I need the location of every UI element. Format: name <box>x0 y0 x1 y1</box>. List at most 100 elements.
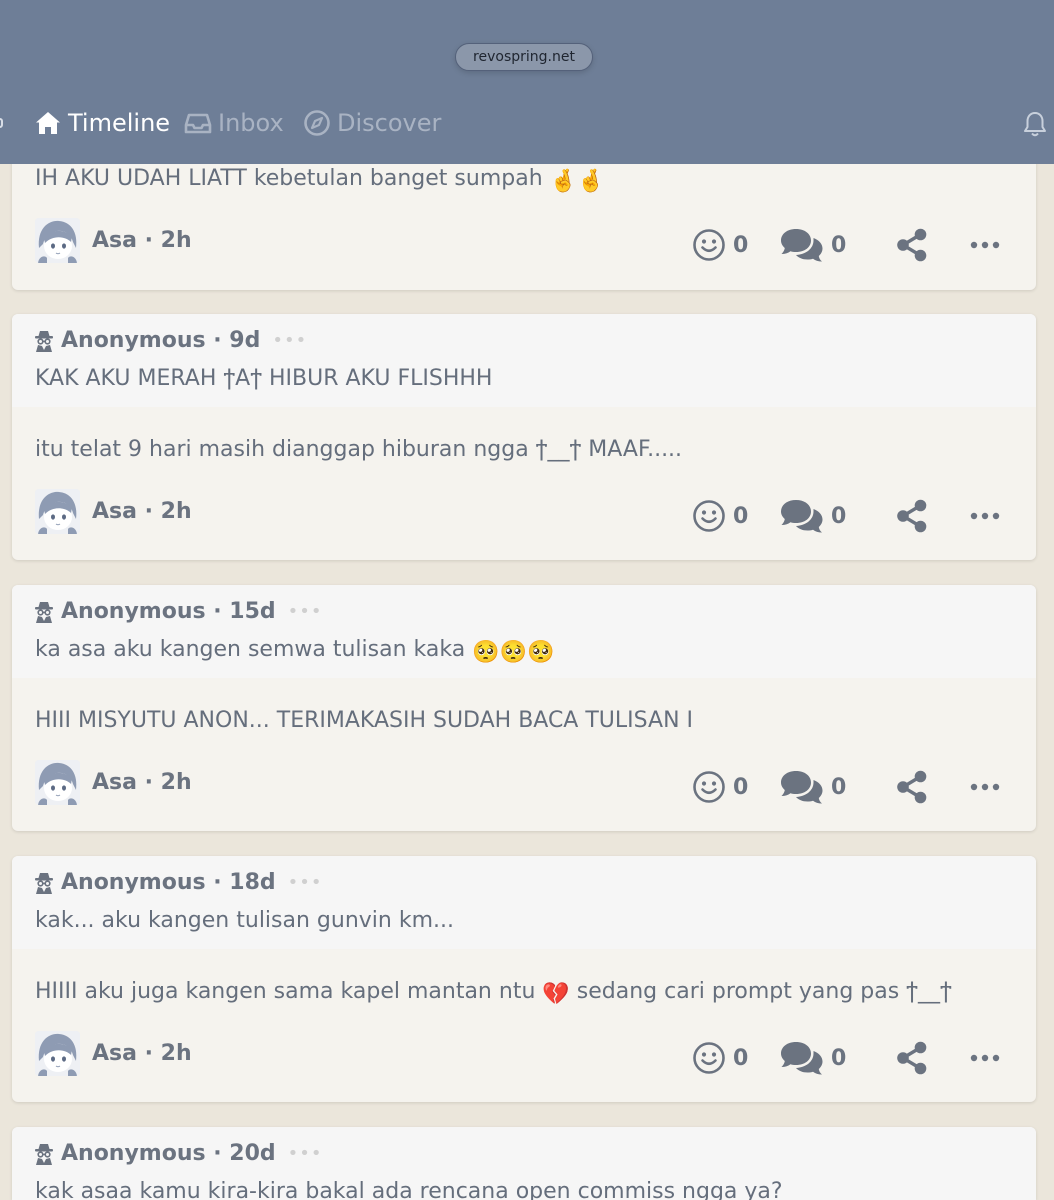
smile-button[interactable]: 0 <box>692 499 748 533</box>
comments-icon <box>780 770 824 804</box>
nav-inbox-label: Inbox <box>218 109 284 137</box>
comments-icon <box>780 499 824 533</box>
answer-text: HIII MISYUTU ANON... TERIMAKASIH SUDAH B… <box>35 708 694 733</box>
answer-text: itu telat 9 hari masih dianggap hiburan … <box>35 437 683 462</box>
question-ellipsis-icon[interactable]: ••• <box>288 872 323 893</box>
author-name[interactable]: Asa · 2h <box>92 770 192 795</box>
question-ellipsis-icon[interactable]: ••• <box>288 1143 323 1164</box>
smile-count: 0 <box>733 232 749 258</box>
crossed-fingers-emoji: 🤞🤞 <box>549 169 605 194</box>
share-button[interactable] <box>896 499 928 533</box>
question-text: kak... aku kangen tulisan gunvin km... <box>35 908 454 933</box>
answer-actions: 0 0 <box>692 770 1012 806</box>
spy-icon <box>34 601 54 623</box>
share-icon <box>896 499 928 533</box>
comment-count: 0 <box>831 774 847 800</box>
answer-author[interactable]: Asa · 2h <box>35 489 192 534</box>
answer-card: Anonymous · 9d ••• KAK AKU MERAH ϯAϯ HIB… <box>12 314 1036 560</box>
author-name[interactable]: Asa · 2h <box>92 1041 192 1066</box>
ellipsis-icon <box>970 241 1000 249</box>
spy-icon <box>34 1143 54 1165</box>
smile-count: 0 <box>733 1045 749 1071</box>
comments-button[interactable]: 0 <box>780 228 846 262</box>
question-ellipsis-icon[interactable]: ••• <box>272 330 307 351</box>
share-icon <box>896 1041 928 1075</box>
comment-count: 0 <box>831 1045 847 1071</box>
ellipsis-icon <box>970 512 1000 520</box>
answer-text: IH AKU UDAH LIATT kebetulan banget sumpa… <box>35 166 605 194</box>
nav-inbox[interactable]: Inbox <box>184 104 284 142</box>
nav-discover[interactable]: Discover <box>303 104 441 142</box>
share-icon <box>896 228 928 262</box>
nav-discover-label: Discover <box>337 109 442 137</box>
question-text: kak asaa kamu kira-kira bakal ada rencan… <box>35 1179 783 1200</box>
asker-name: Anonymous · 9d <box>61 328 261 353</box>
answer-actions: 0 0 <box>692 1041 1012 1077</box>
answer-actions: 0 0 <box>692 228 1012 264</box>
spy-icon <box>34 872 54 894</box>
broken-heart-emoji: 💔 <box>542 982 570 1007</box>
asker-name: Anonymous · 18d <box>61 870 276 895</box>
more-button[interactable] <box>970 241 1000 249</box>
question-area[interactable]: Anonymous · 18d ••• kak... aku kangen tu… <box>12 856 1036 949</box>
more-button[interactable] <box>970 1054 1000 1062</box>
answer-author[interactable]: Asa · 2h <box>35 1031 192 1076</box>
question-ellipsis-icon[interactable]: ••• <box>288 601 323 622</box>
answer-author[interactable]: Asa · 2h <box>35 218 192 263</box>
smile-button[interactable]: 0 <box>692 228 748 262</box>
ellipsis-icon <box>970 1054 1000 1062</box>
smile-icon <box>692 228 726 262</box>
answer-card: Anonymous · 20d ••• kak asaa kamu kira-k… <box>12 1127 1036 1200</box>
answer-author[interactable]: Asa · 2h <box>35 760 192 805</box>
question-text: KAK AKU MERAH ϯAϯ HIBUR AKU FLISHHH <box>35 366 493 391</box>
share-button[interactable] <box>896 770 928 804</box>
compass-icon <box>304 110 330 136</box>
comment-count: 0 <box>831 232 847 258</box>
main-nav: Timeline Inbox Discover <box>0 104 1054 142</box>
comments-button[interactable]: 0 <box>780 770 846 804</box>
answer-card: Anonymous · 18d ••• kak... aku kangen tu… <box>12 856 1036 1102</box>
answer-card: Anonymous · 15d ••• ka asa aku kangen se… <box>12 585 1036 831</box>
question-asker: Anonymous · 20d ••• <box>34 1141 323 1166</box>
sidebar-toggle-icon[interactable] <box>0 118 3 128</box>
answer-text: HIIII aku juga kangen sama kapel mantan … <box>35 979 952 1007</box>
pleading-face-emoji: 🥺🥺🥺 <box>472 640 555 665</box>
question-area[interactable]: Anonymous · 9d ••• KAK AKU MERAH ϯAϯ HIB… <box>12 314 1036 407</box>
avatar[interactable] <box>35 760 80 805</box>
smile-button[interactable]: 0 <box>692 770 748 804</box>
question-asker: Anonymous · 15d ••• <box>34 599 323 624</box>
avatar[interactable] <box>35 218 80 263</box>
comments-button[interactable]: 0 <box>780 499 846 533</box>
nav-timeline[interactable]: Timeline <box>34 104 170 142</box>
avatar[interactable] <box>35 489 80 534</box>
smile-icon <box>692 1041 726 1075</box>
asker-name: Anonymous · 20d <box>61 1141 276 1166</box>
share-icon <box>896 770 928 804</box>
author-name[interactable]: Asa · 2h <box>92 228 192 253</box>
author-name[interactable]: Asa · 2h <box>92 499 192 524</box>
more-button[interactable] <box>970 512 1000 520</box>
comments-icon <box>780 228 824 262</box>
top-bar: revospring.net Timeline Inbox Discover <box>0 0 1054 164</box>
home-icon <box>36 112 60 134</box>
avatar[interactable] <box>35 1031 80 1076</box>
share-button[interactable] <box>896 228 928 262</box>
ellipsis-icon <box>970 783 1000 791</box>
question-asker: Anonymous · 9d ••• <box>34 328 307 353</box>
bell-icon[interactable] <box>1022 110 1048 138</box>
question-area[interactable]: Anonymous · 15d ••• ka asa aku kangen se… <box>12 585 1036 678</box>
inbox-icon <box>184 113 212 134</box>
share-button[interactable] <box>896 1041 928 1075</box>
asker-name: Anonymous · 15d <box>61 599 276 624</box>
question-text: ka asa aku kangen semwa tulisan kaka 🥺🥺🥺 <box>35 637 555 665</box>
smile-icon <box>692 499 726 533</box>
url-pill[interactable]: revospring.net <box>455 43 593 71</box>
smile-count: 0 <box>733 774 749 800</box>
question-area[interactable]: Anonymous · 20d ••• kak asaa kamu kira-k… <box>12 1127 1036 1200</box>
spy-icon <box>34 330 54 352</box>
comments-icon <box>780 1041 824 1075</box>
smile-count: 0 <box>733 503 749 529</box>
more-button[interactable] <box>970 783 1000 791</box>
smile-button[interactable]: 0 <box>692 1041 748 1075</box>
comments-button[interactable]: 0 <box>780 1041 846 1075</box>
